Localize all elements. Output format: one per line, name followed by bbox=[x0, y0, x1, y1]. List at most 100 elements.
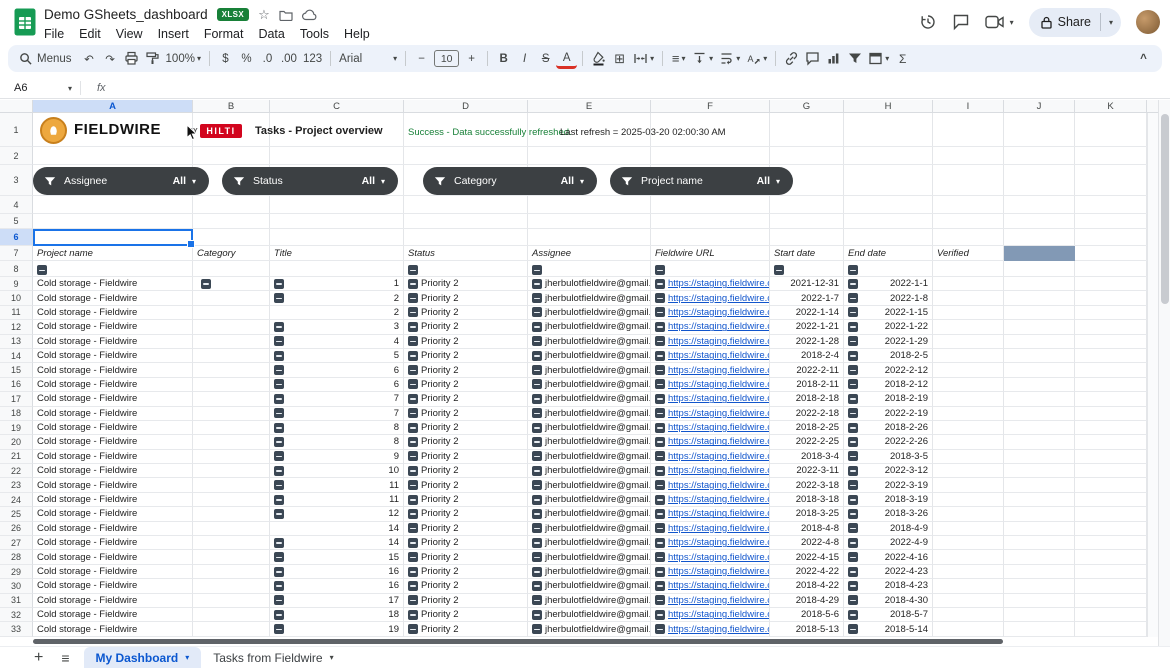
cell-status[interactable]: Priority 2 bbox=[404, 306, 528, 320]
comments-icon[interactable] bbox=[952, 13, 970, 31]
cell-chip-icon[interactable] bbox=[274, 351, 284, 361]
cell-fieldwire-url[interactable]: https://staging.fieldwire.c bbox=[651, 522, 770, 536]
cell-chip-icon[interactable] bbox=[655, 423, 665, 433]
cell-end-date[interactable]: 2022-3-19 bbox=[844, 478, 933, 492]
cell-chip-icon[interactable] bbox=[274, 437, 284, 447]
cell-chip-icon[interactable] bbox=[274, 423, 284, 433]
cell-status[interactable]: Priority 2 bbox=[404, 622, 528, 636]
cell-j[interactable] bbox=[1004, 435, 1075, 449]
cell-verified[interactable] bbox=[933, 608, 1004, 622]
fieldwire-url-link[interactable]: https://staging.fieldwire.c bbox=[668, 580, 770, 591]
cell-j[interactable] bbox=[1004, 450, 1075, 464]
fieldwire-url-link[interactable]: https://staging.fieldwire.c bbox=[668, 523, 770, 534]
menu-data[interactable]: Data bbox=[258, 27, 284, 41]
cell-fieldwire-url[interactable]: https://staging.fieldwire.c bbox=[651, 579, 770, 593]
cell-start-date[interactable]: 2022-2-25 bbox=[770, 435, 844, 449]
cell-verified[interactable] bbox=[933, 550, 1004, 564]
cell-status[interactable]: Priority 2 bbox=[404, 594, 528, 608]
cell-fieldwire-url[interactable]: https://staging.fieldwire.c bbox=[651, 363, 770, 377]
cell-verified[interactable] bbox=[933, 493, 1004, 507]
fieldwire-url-link[interactable]: https://staging.fieldwire.c bbox=[668, 624, 770, 635]
row-header-25[interactable]: 25 bbox=[0, 507, 33, 521]
functions-button[interactable]: Σ bbox=[892, 48, 913, 70]
cell-chip-icon[interactable] bbox=[848, 480, 858, 490]
fieldwire-url-link[interactable]: https://staging.fieldwire.c bbox=[668, 321, 770, 332]
cell-k[interactable] bbox=[1075, 507, 1147, 521]
horizontal-align-button[interactable]: ≡▾ bbox=[668, 48, 689, 70]
cell-end-date[interactable]: 2022-1-22 bbox=[844, 320, 933, 334]
cell-k[interactable] bbox=[1075, 392, 1147, 406]
menu-file[interactable]: File bbox=[44, 27, 64, 41]
cell-category[interactable] bbox=[193, 594, 270, 608]
cell-k[interactable] bbox=[1075, 421, 1147, 435]
cell-start-date[interactable]: 2018-5-6 bbox=[770, 608, 844, 622]
cell-j[interactable] bbox=[1004, 594, 1075, 608]
vertical-align-button[interactable]: ▾ bbox=[689, 48, 716, 70]
row-header-11[interactable]: 11 bbox=[0, 306, 33, 320]
cell-chip-icon[interactable] bbox=[274, 336, 284, 346]
cell-end-date[interactable]: 2022-2-26 bbox=[844, 435, 933, 449]
menu-format[interactable]: Format bbox=[204, 27, 244, 41]
cell-chip-icon[interactable] bbox=[848, 351, 858, 361]
account-avatar[interactable] bbox=[1136, 10, 1160, 34]
cell-chip-icon[interactable] bbox=[274, 279, 284, 289]
number-format-button[interactable]: 123 bbox=[300, 48, 325, 70]
cell-chip-icon[interactable] bbox=[848, 322, 858, 332]
cell-title[interactable]: 16 bbox=[270, 565, 404, 579]
cell-start-date[interactable]: 2022-3-11 bbox=[770, 464, 844, 478]
cell-fieldwire-url[interactable]: https://staging.fieldwire.c bbox=[651, 335, 770, 349]
cell-fieldwire-url[interactable]: https://staging.fieldwire.c bbox=[651, 507, 770, 521]
column-header-J[interactable]: J bbox=[1004, 100, 1075, 113]
fieldwire-url-link[interactable]: https://staging.fieldwire.c bbox=[668, 278, 770, 289]
cell-chip-icon[interactable] bbox=[408, 466, 418, 476]
cell-title[interactable]: 11 bbox=[270, 478, 404, 492]
cell-fieldwire-url[interactable]: https://staging.fieldwire.c bbox=[651, 536, 770, 550]
cell-title[interactable]: 11 bbox=[270, 493, 404, 507]
cell-category[interactable] bbox=[193, 493, 270, 507]
row-header-24[interactable]: 24 bbox=[0, 493, 33, 507]
cell-assignee[interactable]: jherbulotfieldwire@gmail. bbox=[528, 579, 651, 593]
cell-project-name[interactable]: Cold storage - Fieldwire bbox=[33, 450, 193, 464]
cell-chip-icon[interactable] bbox=[274, 595, 284, 605]
cell-end-date[interactable]: 2022-4-9 bbox=[844, 536, 933, 550]
zoom-select[interactable]: 100%▾ bbox=[163, 48, 204, 70]
cell-chip-icon[interactable] bbox=[274, 365, 284, 375]
row-header-31[interactable]: 31 bbox=[0, 594, 33, 608]
cell-assignee[interactable]: jherbulotfieldwire@gmail. bbox=[528, 363, 651, 377]
row-header-6[interactable]: 6 bbox=[0, 229, 33, 246]
row-header-17[interactable]: 17 bbox=[0, 392, 33, 406]
cell-fieldwire-url[interactable]: https://staging.fieldwire.c bbox=[651, 550, 770, 564]
fieldwire-url-link[interactable]: https://staging.fieldwire.c bbox=[668, 293, 770, 304]
cell-verified[interactable] bbox=[933, 277, 1004, 291]
cell-assignee[interactable]: jherbulotfieldwire@gmail. bbox=[528, 536, 651, 550]
hide-toolbar-button[interactable]: ^ bbox=[1133, 48, 1154, 70]
cell-chip-icon[interactable] bbox=[848, 495, 858, 505]
cell-chip-icon[interactable] bbox=[532, 437, 542, 447]
cell-start-date[interactable]: 2022-1-7 bbox=[770, 291, 844, 305]
cell-project-name[interactable]: Cold storage - Fieldwire bbox=[33, 407, 193, 421]
cell-chip-icon[interactable] bbox=[532, 279, 542, 289]
highlighted-cell-J7[interactable] bbox=[1004, 246, 1075, 261]
cell-chip-icon[interactable] bbox=[848, 567, 858, 577]
cell-chip-icon[interactable] bbox=[532, 293, 542, 303]
row-header-2[interactable]: 2 bbox=[0, 147, 33, 165]
cell-project-name[interactable]: Cold storage - Fieldwire bbox=[33, 536, 193, 550]
cell-start-date[interactable]: 2022-1-28 bbox=[770, 335, 844, 349]
filter-category[interactable]: Category All▾ bbox=[423, 167, 597, 195]
cell-chip-icon[interactable] bbox=[532, 581, 542, 591]
share-button[interactable]: Share ▾ bbox=[1029, 8, 1121, 37]
bold-button[interactable]: B bbox=[493, 48, 514, 70]
cell-chip-icon[interactable] bbox=[655, 408, 665, 418]
cell-j[interactable] bbox=[1004, 306, 1075, 320]
cell-chip-icon[interactable] bbox=[532, 351, 542, 361]
cell-start-date[interactable]: 2018-3-25 bbox=[770, 507, 844, 521]
cell-title[interactable]: 7 bbox=[270, 392, 404, 406]
cell-chip-icon[interactable] bbox=[848, 279, 858, 289]
cell-status[interactable]: Priority 2 bbox=[404, 478, 528, 492]
meet-dropdown-icon[interactable]: ▾ bbox=[1010, 18, 1014, 27]
row-header-19[interactable]: 19 bbox=[0, 421, 33, 435]
cell-title[interactable]: 2 bbox=[270, 306, 404, 320]
cell-category[interactable] bbox=[193, 435, 270, 449]
cell-title[interactable]: 6 bbox=[270, 378, 404, 392]
cell-fieldwire-url[interactable]: https://staging.fieldwire.c bbox=[651, 594, 770, 608]
